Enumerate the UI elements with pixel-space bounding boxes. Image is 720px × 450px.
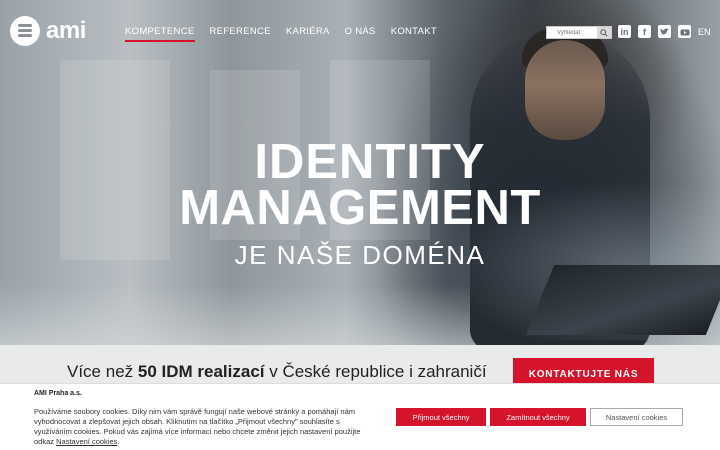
- stats-text-before: Více než: [67, 362, 138, 381]
- site-logo[interactable]: ami: [10, 16, 86, 46]
- search-input[interactable]: [547, 27, 597, 38]
- youtube-logo-icon: [680, 29, 689, 36]
- cookie-title: AMI Praha a.s.: [34, 390, 82, 397]
- search-button[interactable]: [597, 27, 611, 38]
- nav-item-kariera[interactable]: KARIÉRA: [286, 26, 330, 42]
- cookie-settings-link[interactable]: Nastavení cookies: [56, 437, 117, 446]
- stats-text: Více než 50 IDM realizací v České republ…: [67, 362, 487, 382]
- logo-mark-icon: [10, 16, 40, 46]
- stats-text-bold: 50 IDM realizací: [137, 362, 265, 381]
- main-nav: KOMPETENCE REFERENCE KARIÉRA O NÁS KONTA…: [125, 26, 437, 42]
- youtube-icon[interactable]: [678, 25, 691, 38]
- twitter-bird-icon: [660, 27, 669, 35]
- hero-person-face: [525, 40, 605, 140]
- logo-text: ami: [46, 17, 86, 44]
- linkedin-icon[interactable]: in: [618, 25, 631, 38]
- nav-item-reference[interactable]: REFERENCE: [210, 26, 271, 42]
- twitter-icon[interactable]: [658, 25, 671, 38]
- cookie-text-end: .: [117, 437, 120, 446]
- reject-all-button[interactable]: Zamítnout všechny: [490, 408, 586, 426]
- hero-tablet-image: [525, 265, 720, 335]
- cookie-settings-button[interactable]: Nastavení cookies: [590, 408, 683, 426]
- language-switch[interactable]: EN: [698, 27, 711, 37]
- search-icon: [600, 28, 608, 37]
- hero-subtitle: JE NAŠE DOMÉNA: [234, 240, 486, 270]
- nav-item-kontakt[interactable]: KONTAKT: [391, 26, 437, 42]
- cookie-text: Používáme soubory cookies. Díky nim vám …: [34, 407, 374, 447]
- accept-all-button[interactable]: Přijmout všechny: [396, 408, 486, 426]
- hero-title-line2: MANAGEMENT: [179, 181, 541, 235]
- facebook-icon[interactable]: f: [638, 25, 651, 38]
- nav-item-kompetence[interactable]: KOMPETENCE: [125, 26, 195, 42]
- stats-text-after: v České republice i zahraničí: [264, 362, 487, 381]
- search-box: [546, 26, 612, 39]
- nav-item-o-nas[interactable]: O NÁS: [345, 26, 376, 42]
